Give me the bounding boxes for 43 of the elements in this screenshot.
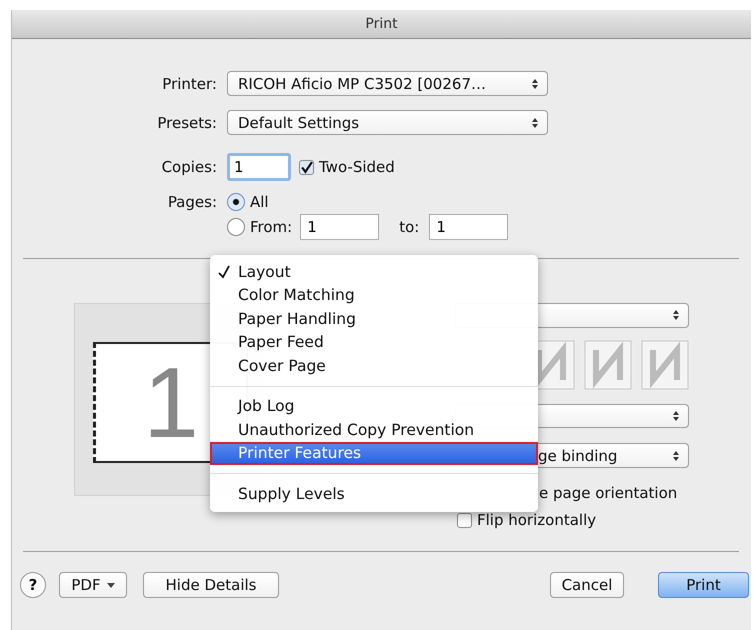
stepper-arrows-icon <box>672 410 680 422</box>
menu-item[interactable]: Color Matching <box>210 284 538 307</box>
pdf-button[interactable]: PDF <box>59 572 127 598</box>
two-sided-checkbox[interactable] <box>299 160 314 174</box>
caret-icon <box>106 582 115 588</box>
menu-item[interactable]: Paper Feed <box>210 330 538 354</box>
two-sided-label: Two-Sided <box>319 158 395 176</box>
radio-button[interactable] <box>227 193 245 211</box>
stepper-arrows-icon <box>672 309 680 322</box>
radio-label: All <box>250 193 269 211</box>
menu-item[interactable]: Layout <box>210 260 538 284</box>
pages-label: Pages: <box>166 193 217 211</box>
menu-item[interactable]: Paper Handling <box>210 307 538 330</box>
presets-label: Presets: <box>156 114 217 132</box>
flip-label: Flip horizontally <box>477 511 596 530</box>
stepper-arrows-icon <box>531 116 539 128</box>
page-number: 1 <box>143 352 199 452</box>
stepper-arrows-icon <box>531 78 539 90</box>
copies-label: Copies: <box>160 158 217 176</box>
print-button[interactable]: Print <box>658 572 749 598</box>
stepper-arrows-icon <box>672 450 680 462</box>
to-label: to: <box>399 218 420 236</box>
window-title: Print <box>365 16 398 32</box>
printer-popup[interactable]: RICOH Aficio MP C3502 [00267… <box>227 71 548 96</box>
layout-direction-icon[interactable] <box>641 340 689 390</box>
flip-checkbox[interactable] <box>457 512 472 528</box>
hide-details-button[interactable]: Hide Details <box>143 572 279 598</box>
layout-direction-icon[interactable] <box>584 340 632 390</box>
menu-item[interactable]: Printer Features <box>210 442 538 465</box>
to-page-field[interactable]: 1 <box>429 214 508 240</box>
menu-item[interactable]: Supply Levels <box>210 482 538 506</box>
printer-label: Printer: <box>161 74 217 92</box>
radio-button[interactable] <box>227 218 245 236</box>
from-page-field[interactable]: 1 <box>300 214 380 240</box>
radio-label: From: <box>250 218 292 236</box>
reverse-orientation-label: e page orientation <box>538 484 678 502</box>
menu-item[interactable]: Cover Page <box>210 354 538 378</box>
menu-item[interactable]: Unauthorized Copy Prevention <box>210 418 538 442</box>
help-button[interactable]: ? <box>20 572 46 598</box>
copies-field[interactable]: 1 <box>227 153 291 181</box>
presets-popup[interactable]: Default Settings <box>227 110 548 135</box>
menu-item[interactable]: Job Log <box>210 394 538 418</box>
cancel-button[interactable]: Cancel <box>550 572 624 598</box>
